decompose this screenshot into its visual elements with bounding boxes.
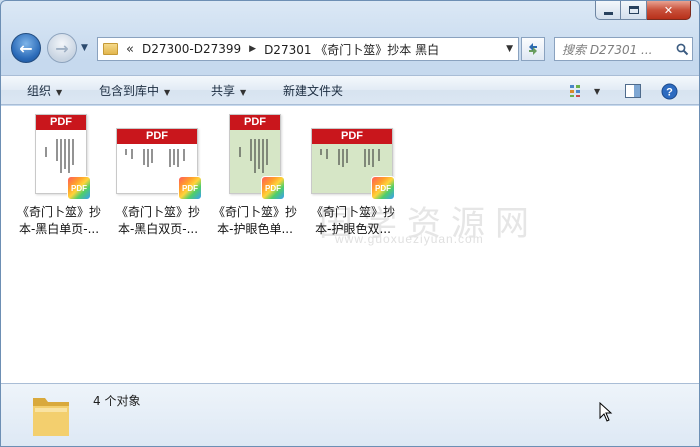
explorer-window: ✕ ← → ▼ « D27300-D27399 ▶ D27301 《奇门卜筮》抄… [0,0,700,447]
include-in-library-label: 包含到库中 [99,84,160,98]
maximize-icon [628,6,639,14]
back-button[interactable]: ← [11,33,41,63]
navigation-bar: ← → ▼ « D27300-D27399 ▶ D27301 《奇门卜筮》抄本 … [1,31,699,69]
svg-text:?: ? [666,86,673,98]
pdf-header: PDF [312,129,392,144]
mouse-pointer-icon [599,402,613,422]
refresh-icon [529,43,537,55]
command-bar: 组织 ▼ 包含到库中 ▼ 共享 ▼ 新建文件夹 ▼ ? [1,75,699,105]
chevron-down-icon: ▼ [164,88,171,97]
new-folder-label: 新建文件夹 [283,84,344,98]
help-icon: ? [661,83,678,99]
pdf-header: PDF [117,129,197,144]
file-list[interactable]: 国学资源网 www.guoxueziyuan.com PDF PDF 《奇门卜筮… [1,106,699,383]
search-box[interactable]: 搜索 D27301 ... [554,37,693,61]
file-item[interactable]: PDF PDF 《奇门卜筮》抄本-黑白双页-... [112,114,204,238]
file-thumbnail: PDF PDF [307,114,399,200]
recent-pages-dropdown[interactable]: ▼ [81,43,88,53]
pdf-app-icon: PDF [178,176,202,200]
address-dropdown-icon[interactable]: ▼ [506,44,513,54]
item-count: 4 个对象 [93,394,141,408]
close-button[interactable]: ✕ [647,1,691,20]
breadcrumb-overflow[interactable]: « [126,42,134,57]
refresh-button[interactable] [521,37,545,61]
file-item[interactable]: PDF PDF 《奇门卜筮》抄本-黑白单页-... [13,114,105,238]
chevron-down-icon: ▼ [56,88,63,97]
preview-pane-icon [625,84,641,98]
breadcrumb-chevron-icon[interactable]: ▶ [249,44,256,54]
folder-icon [103,43,118,55]
preview-pane-button[interactable] [625,81,641,101]
file-name[interactable]: 《奇门卜筮》抄本-护眼色单... [209,204,301,238]
pdf-header: PDF [36,115,86,130]
help-button[interactable]: ? [661,81,678,101]
new-folder-button[interactable]: 新建文件夹 [283,82,343,99]
pdf-app-icon: PDF [371,176,395,200]
file-item[interactable]: PDF PDF 《奇门卜筮》抄本-护眼色双... [307,114,399,238]
maximize-button[interactable] [621,1,647,20]
breadcrumb-item[interactable]: D27300-D27399 [142,42,241,56]
share-label: 共享 [211,84,236,98]
address-bar[interactable]: « D27300-D27399 ▶ D27301 《奇门卜筮》抄本 黑白 ▼ [97,37,519,61]
file-item[interactable]: PDF PDF 《奇门卜筮》抄本-护眼色单... [209,114,301,238]
file-thumbnail: PDF PDF [112,114,204,200]
pdf-header: PDF [230,115,280,130]
change-view-button[interactable]: ▼ [569,81,600,101]
close-icon: ✕ [663,3,674,17]
organize-label: 组织 [27,84,52,98]
details-pane: 4 个对象 [1,383,699,446]
forward-button[interactable]: → [47,33,77,63]
file-thumbnail: PDF PDF [209,114,301,200]
file-thumbnail: PDF PDF [13,114,105,200]
caption-buttons: ✕ [595,1,691,20]
minimize-icon [603,12,613,15]
chevron-down-icon[interactable]: ▼ [594,87,600,96]
folder-icon [33,398,69,436]
minimize-button[interactable] [595,1,621,20]
forward-arrow-icon: → [55,38,69,58]
include-in-library-menu[interactable]: 包含到库中 ▼ [99,82,170,99]
organize-menu[interactable]: 组织 ▼ [27,82,62,99]
back-arrow-icon: ← [19,38,33,58]
pdf-app-icon: PDF [67,176,91,200]
search-input[interactable]: 搜索 D27301 ... [555,41,672,58]
breadcrumb-item-current[interactable]: D27301 《奇门卜筮》抄本 黑白 [264,41,439,58]
file-name[interactable]: 《奇门卜筮》抄本-黑白单页-... [13,204,105,238]
search-icon[interactable] [672,43,692,56]
file-name[interactable]: 《奇门卜筮》抄本-护眼色双... [307,204,399,238]
view-tiles-icon [570,85,580,97]
pdf-app-icon: PDF [261,176,285,200]
chevron-down-icon: ▼ [240,88,247,97]
file-name[interactable]: 《奇门卜筮》抄本-黑白双页-... [112,204,204,238]
share-menu[interactable]: 共享 ▼ [211,82,246,99]
